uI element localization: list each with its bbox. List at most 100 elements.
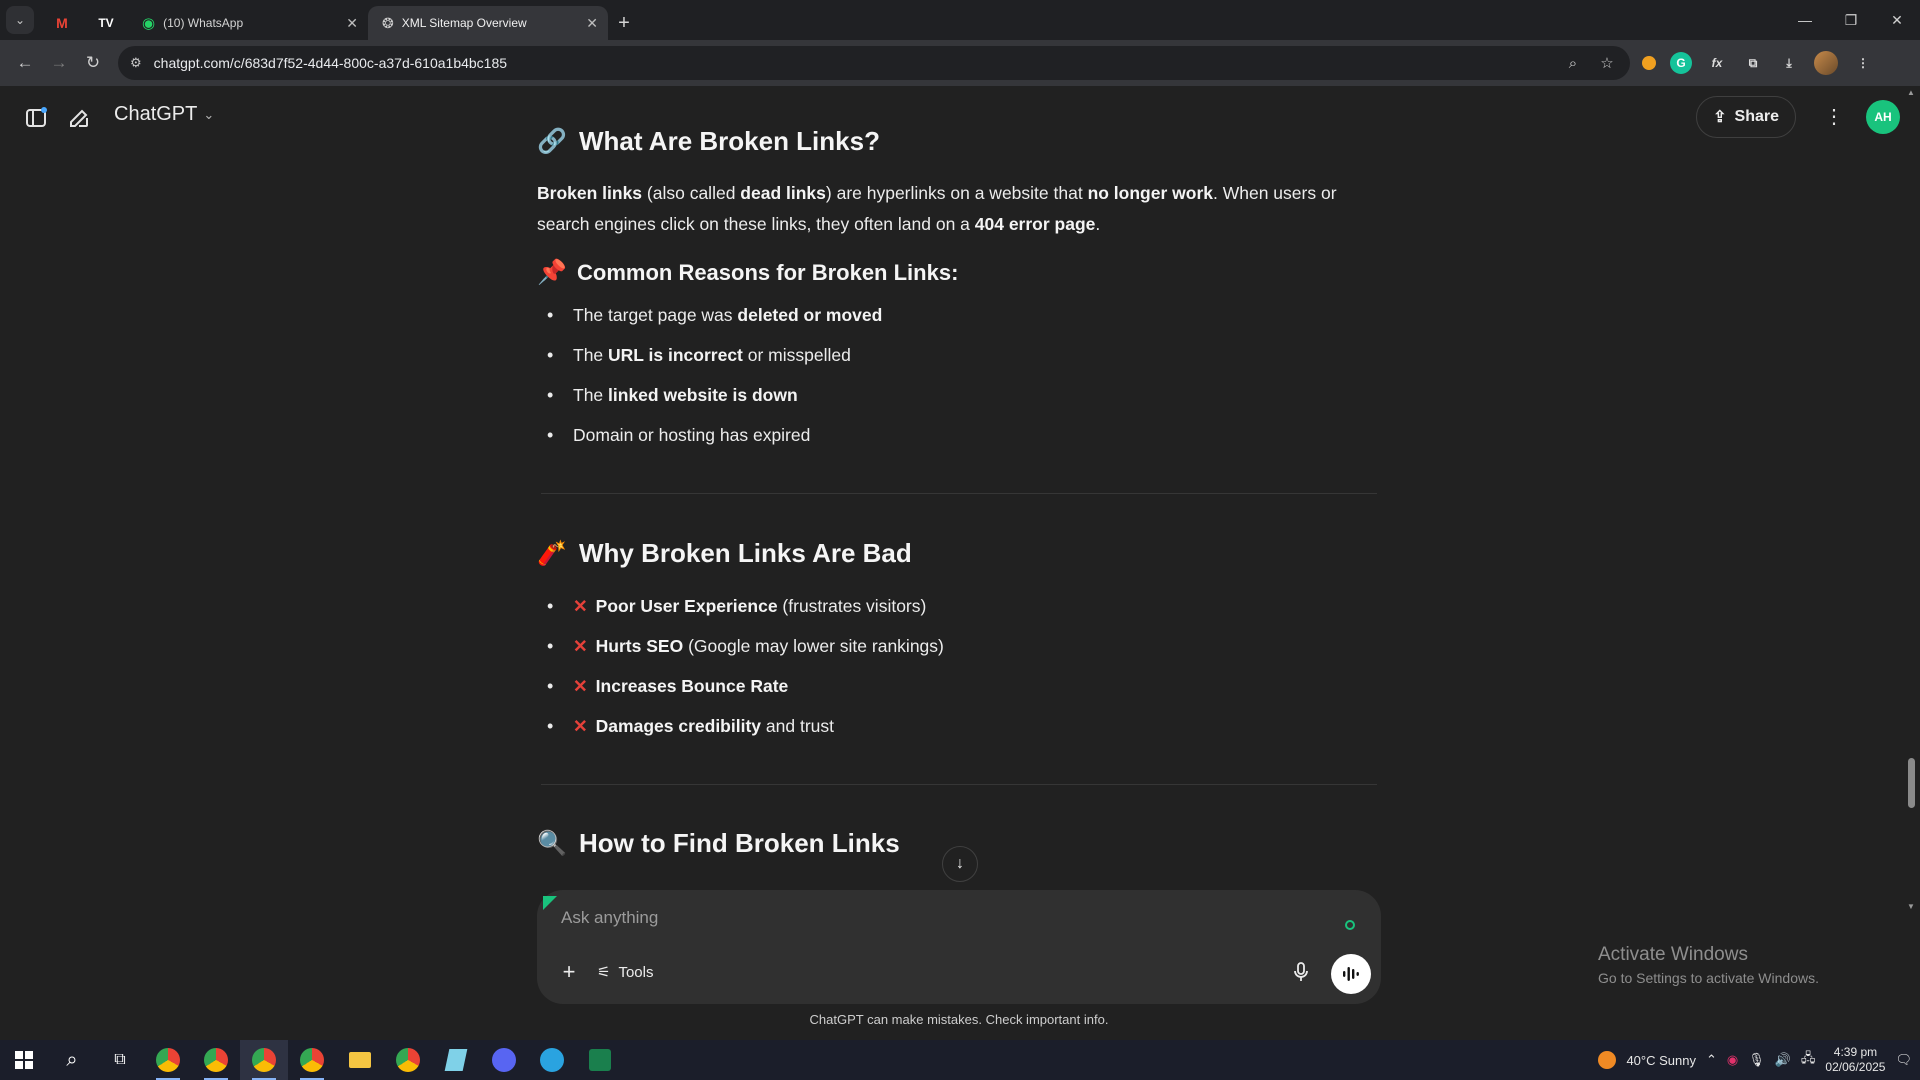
- page-scrollbar[interactable]: ▲ ▼: [1906, 86, 1916, 1040]
- browser-menu-icon[interactable]: ⋮: [1852, 52, 1874, 74]
- tab-xml-sitemap[interactable]: ❂ XML Sitemap Overview ✕: [368, 6, 608, 40]
- firecracker-icon: 🧨: [537, 540, 567, 567]
- new-tab-button[interactable]: +: [608, 6, 640, 40]
- bookmark-star-icon[interactable]: ☆: [1596, 54, 1618, 72]
- profile-avatar[interactable]: [1814, 51, 1838, 75]
- item-text: Domain or hosting has expired: [573, 425, 811, 445]
- list-item: The URL is incorrect or misspelled: [537, 335, 1377, 375]
- minimize-icon[interactable]: —: [1782, 0, 1828, 40]
- start-button[interactable]: [0, 1040, 48, 1080]
- file-explorer-icon[interactable]: [336, 1040, 384, 1080]
- chevron-up-icon[interactable]: ⌃: [1706, 1052, 1717, 1068]
- extensions-puzzle-icon[interactable]: ⧉: [1742, 52, 1764, 74]
- fx-extension-icon[interactable]: fx: [1706, 52, 1728, 74]
- forward-icon[interactable]: →: [42, 46, 76, 80]
- section-heading-how-to-find: 🔍 How to Find Broken Links: [537, 828, 900, 859]
- list-item: ✕ Poor User Experience (frustrates visito…: [537, 586, 1377, 626]
- browser-tabstrip: ⌄ M TV ◉ (10) WhatsApp ✕ ❂ XML Sitemap O…: [0, 0, 1920, 40]
- section-divider: [541, 493, 1377, 494]
- microphone-icon[interactable]: [1287, 958, 1315, 986]
- weather-text[interactable]: 40°C Sunny: [1626, 1053, 1696, 1068]
- microphone-tray-icon[interactable]: 🎙: [1748, 1052, 1765, 1068]
- tools-label: Tools: [618, 963, 654, 981]
- new-chat-icon[interactable]: [63, 102, 95, 134]
- status-dot-icon: [1345, 920, 1355, 930]
- prompt-input[interactable]: Ask anything: [561, 908, 658, 928]
- voice-mode-button[interactable]: [1331, 954, 1371, 994]
- telegram-icon[interactable]: [528, 1040, 576, 1080]
- item-bold: Poor User Experience: [595, 596, 778, 616]
- scroll-up-arrow-icon[interactable]: ▲: [1906, 88, 1916, 97]
- para-text: (also called: [642, 183, 741, 203]
- section-heading-why-bad: 🧨 Why Broken Links Are Bad: [537, 538, 912, 569]
- scroll-to-bottom-button[interactable]: ↓: [942, 846, 978, 882]
- tab-pinned-tw[interactable]: TV: [84, 6, 128, 40]
- share-button[interactable]: ⇪ Share: [1696, 96, 1796, 138]
- windows-activation-watermark: Activate Windows Go to Settings to activ…: [1598, 944, 1819, 986]
- user-avatar[interactable]: AH: [1866, 100, 1900, 134]
- zoom-icon[interactable]: ⌕: [1562, 55, 1584, 72]
- tab-search-button[interactable]: ⌄: [6, 6, 34, 34]
- chrome-taskbar-icon[interactable]: [240, 1040, 288, 1080]
- heading-text: Common Reasons for Broken Links:: [577, 260, 959, 285]
- terminal-app-icon[interactable]: [576, 1040, 624, 1080]
- scrollbar-thumb[interactable]: [1908, 758, 1915, 808]
- sidebar-toggle-icon[interactable]: [20, 102, 52, 134]
- windows-logo-icon: [15, 1051, 33, 1069]
- weather-icon: [1598, 1051, 1617, 1069]
- tools-button[interactable]: ⚟ Tools: [597, 958, 653, 986]
- heading-text: How to Find Broken Links: [579, 828, 900, 858]
- site-info-icon[interactable]: ⚙: [130, 55, 142, 71]
- clock[interactable]: 4:39 pm 02/06/2025: [1825, 1045, 1885, 1075]
- address-bar[interactable]: ⚙ chatgpt.com/c/683d7f52-4d44-800c-a37d-…: [118, 46, 1630, 80]
- notifications-icon[interactable]: 🗨: [1895, 1052, 1912, 1068]
- notes-app-icon[interactable]: [432, 1040, 480, 1080]
- disclaimer-text: ChatGPT can make mistakes. Check importa…: [809, 1012, 1109, 1027]
- extensions-area: G fx ⧉ ⤓ ⋮: [1642, 51, 1874, 75]
- item-text: The target page was: [573, 305, 738, 325]
- attach-plus-button[interactable]: +: [555, 958, 583, 986]
- para-bold: no longer work: [1087, 183, 1213, 203]
- close-window-icon[interactable]: ✕: [1874, 0, 1920, 40]
- scroll-down-arrow-icon[interactable]: ▼: [1906, 902, 1916, 911]
- discord-icon[interactable]: [480, 1040, 528, 1080]
- item-text: (frustrates visitors): [777, 596, 927, 616]
- item-bold: deleted or moved: [737, 305, 883, 325]
- search-icon[interactable]: ⌕: [48, 1040, 96, 1080]
- item-text: (Google may lower site rankings): [683, 636, 944, 656]
- close-icon[interactable]: ✕: [346, 15, 358, 32]
- clock-time: 4:39 pm: [1833, 1045, 1878, 1059]
- extension-orange-icon[interactable]: [1642, 56, 1656, 70]
- chrome-taskbar-icon[interactable]: [144, 1040, 192, 1080]
- item-bold: Hurts SEO: [595, 636, 684, 656]
- url-text[interactable]: chatgpt.com/c/683d7f52-4d44-800c-a37d-61…: [154, 55, 1550, 71]
- para-bold: dead links: [740, 183, 826, 203]
- grammarly-icon[interactable]: G: [1670, 52, 1692, 74]
- share-label: Share: [1734, 108, 1779, 125]
- task-view-icon[interactable]: ⧉: [96, 1040, 144, 1080]
- chrome-taskbar-icon[interactable]: [192, 1040, 240, 1080]
- close-icon[interactable]: ✕: [586, 15, 598, 32]
- list-item: The linked website is down: [537, 375, 1377, 415]
- tab-title: XML Sitemap Overview: [401, 16, 527, 30]
- tab-gmail[interactable]: M: [40, 6, 84, 40]
- chrome-taskbar-icon[interactable]: [288, 1040, 336, 1080]
- model-selector[interactable]: ChatGPT ⌄: [114, 103, 214, 126]
- item-text: and trust: [761, 716, 834, 736]
- item-bold: URL is incorrect: [608, 345, 743, 365]
- volume-icon[interactable]: 🔊: [1775, 1052, 1791, 1068]
- restore-icon[interactable]: ❐: [1828, 0, 1874, 40]
- chrome-taskbar-icon[interactable]: [384, 1040, 432, 1080]
- chatgpt-icon: ❂: [382, 14, 394, 31]
- download-icon[interactable]: ⤓: [1778, 52, 1800, 74]
- chatgpt-page: ChatGPT ⌄ ⇪ Share ⋮ AH 🔗 What Are Broken…: [0, 86, 1920, 1040]
- voice-waveform-icon: [1343, 967, 1359, 981]
- app-header: ChatGPT ⌄ ⇪ Share ⋮ AH: [0, 86, 1920, 150]
- record-icon[interactable]: ◉: [1727, 1052, 1738, 1068]
- section-divider: [541, 784, 1377, 785]
- back-icon[interactable]: ←: [8, 46, 42, 80]
- reload-icon[interactable]: ↻: [76, 46, 110, 80]
- network-icon[interactable]: 🖧: [1801, 1049, 1816, 1071]
- more-options-icon[interactable]: ⋮: [1824, 104, 1844, 129]
- tab-whatsapp[interactable]: ◉ (10) WhatsApp ✕: [128, 6, 368, 40]
